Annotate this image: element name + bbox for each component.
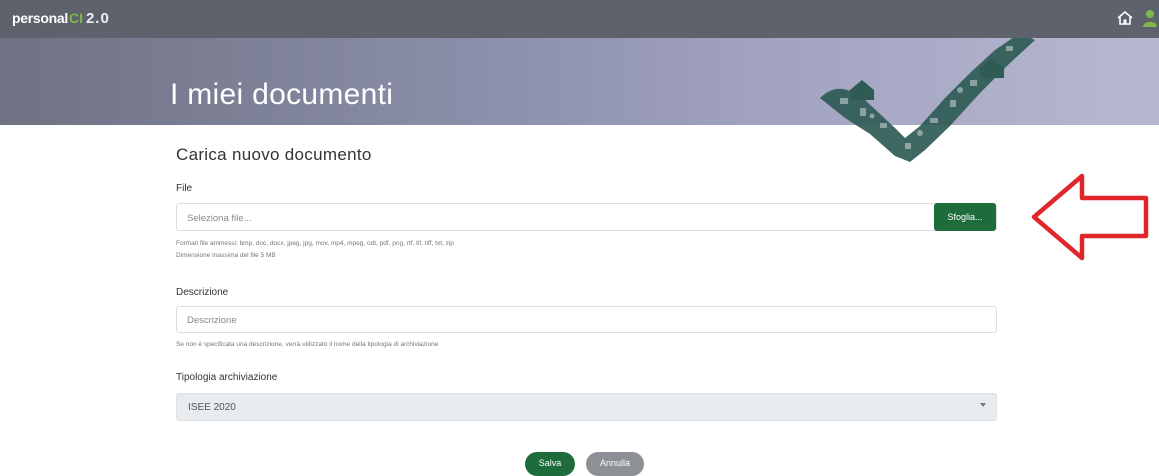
save-button[interactable]: Salva [525, 452, 575, 476]
file-size-hint: Dimensione massima del file 5 MB [176, 252, 276, 259]
brand-mark: CI [68, 10, 83, 26]
chevron-down-icon [980, 403, 986, 407]
app-logo[interactable]: personal CI 2.0 [12, 8, 110, 28]
page-title: I miei documenti [170, 78, 394, 111]
description-input[interactable]: Descrizione [176, 306, 997, 333]
cancel-button[interactable]: Annulla [586, 452, 644, 476]
red-arrow-annotation-icon [1031, 173, 1149, 261]
browse-button[interactable]: Sfoglia... [934, 203, 996, 231]
archive-type-label: Tipologia archiviazione [176, 372, 278, 383]
checkmark-illustration-icon [820, 38, 1035, 162]
page-header-banner: I miei documenti [0, 38, 1159, 162]
file-input[interactable]: Seleziona file... [176, 203, 997, 231]
file-formats-hint: Formati file ammessi: bmp, doc, docx, jp… [176, 240, 454, 247]
description-input-placeholder: Descrizione [187, 315, 237, 326]
top-bar: personal CI 2.0 [0, 0, 1159, 38]
brand-version: 2.0 [85, 9, 110, 27]
home-icon[interactable] [1116, 9, 1134, 27]
description-hint: Se non è specificata una descrizione, ve… [176, 341, 439, 348]
description-label: Descrizione [176, 287, 229, 298]
brand-name: personal [12, 10, 68, 26]
archive-type-selected-value: ISEE 2020 [188, 402, 236, 413]
user-icon[interactable] [1142, 9, 1159, 27]
file-label: File [176, 183, 193, 194]
section-title: Carica nuovo documento [176, 145, 372, 164]
file-input-placeholder: Seleziona file... [187, 213, 252, 224]
archive-type-select[interactable]: ISEE 2020 [176, 393, 997, 421]
